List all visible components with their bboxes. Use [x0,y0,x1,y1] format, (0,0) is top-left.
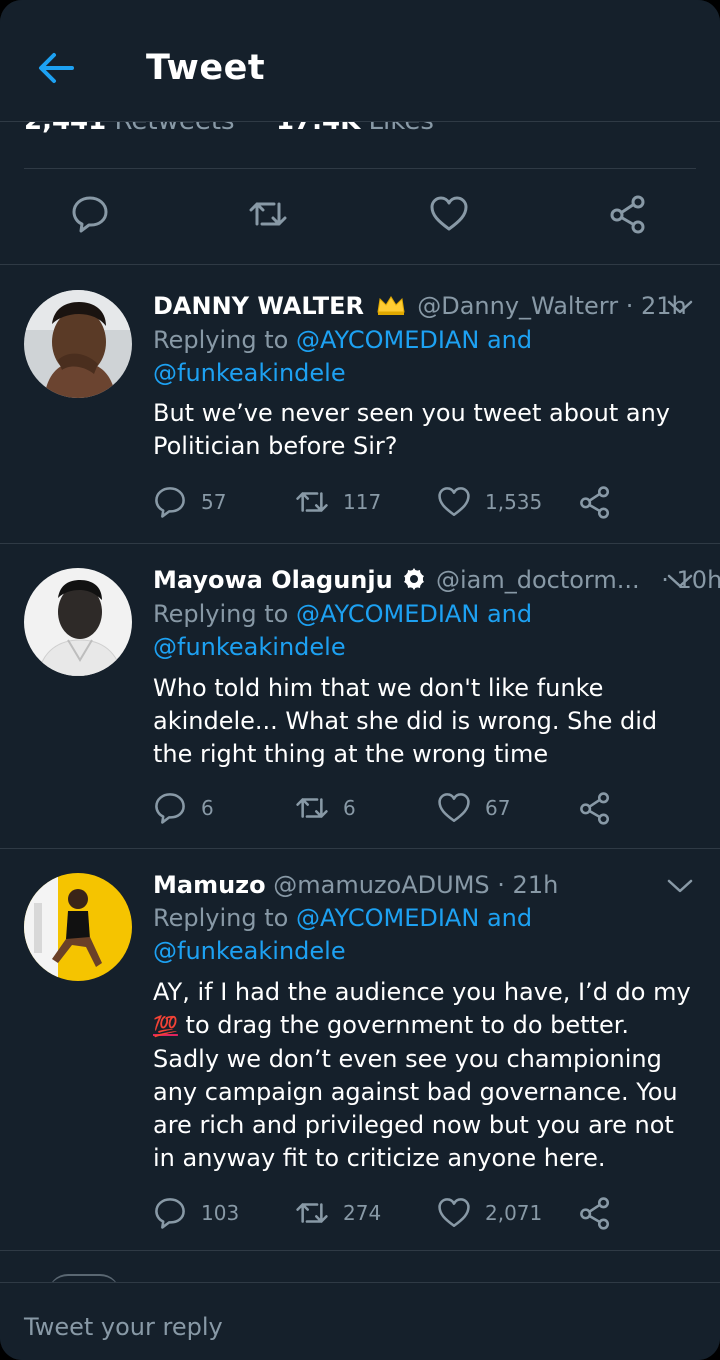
tweet-text-part: to drag the government to do better. Sad… [153,1011,678,1172]
avatar[interactable] [24,568,132,676]
chevron-down-icon[interactable] [666,298,694,316]
retweet-button[interactable]: 6 [295,790,356,826]
like-count: 1,535 [485,490,543,514]
mention-link[interactable]: @AYCOMEDIAN [296,326,479,354]
back-arrow-icon[interactable] [36,50,76,86]
reply-count: 57 [201,490,227,514]
tweet-text: AY, if I had the audience you have, I’d … [153,976,693,1175]
username[interactable]: @Danny_Walterr [417,292,618,320]
retweet-icon [296,492,328,512]
display-name[interactable]: Mamuzo [153,871,266,899]
mention-link[interactable]: @AYCOMEDIAN [296,600,479,628]
replying-to: Replying to @AYCOMEDIAN and @funkeakinde… [153,324,693,390]
tweet-text: But we’ve never seen you tweet about any… [153,399,670,460]
retweet-count: 117 [343,490,382,514]
reply-button[interactable]: 103 [153,1195,239,1231]
like-icon [438,793,470,823]
tweet-header: Mamuzo @mamuzoADUMS · 21h [153,871,558,899]
like-button[interactable]: 67 [437,790,510,826]
reply-icon [155,793,185,824]
timestamp: · 21h [497,871,559,899]
display-name[interactable]: DANNY WALTER [153,292,364,320]
page-title: Tweet [146,48,266,88]
hundred-points-emoji: 💯 [153,1014,178,1038]
tweet-header: DANNY WALTER @Danny_Walterr · 21h [153,292,687,320]
mention-link[interactable]: @funkeakindele [153,633,346,661]
share-button[interactable] [578,1195,612,1231]
main-tweet-actions [0,194,720,240]
replying-prefix: Replying to [153,600,289,628]
tweet-text-part: AY, if I had the audience you have, I’d … [153,978,691,1006]
share-icon [580,1197,610,1230]
tweet-actions: 6 6 67 [153,790,653,826]
display-name[interactable]: Mayowa Olagunju [153,566,393,594]
reply-icon [155,1198,185,1229]
chevron-down-icon[interactable] [666,877,694,895]
like-count: 2,071 [485,1201,543,1225]
share-button[interactable] [578,484,612,520]
replying-and[interactable]: and [487,904,532,932]
retweet-count: 274 [343,1201,382,1225]
reply-icon [155,487,185,518]
avatar[interactable] [24,873,132,981]
mention-link[interactable]: @AYCOMEDIAN [296,904,479,932]
chevron-down-icon[interactable] [666,572,694,590]
reply-tweet[interactable]: DANNY WALTER @Danny_Walterr · 21h Replyi… [0,265,720,544]
replying-and[interactable]: and [487,600,532,628]
retweet-count: 6 [343,796,356,820]
reply-count: 6 [201,796,214,820]
username[interactable]: @mamuzoADUMS [273,871,489,899]
retweet-button[interactable]: 274 [295,1195,381,1231]
username[interactable]: @iam_doctorm... [436,566,640,594]
like-count: 67 [485,796,511,820]
avatar[interactable] [24,290,132,398]
reply-count: 103 [201,1201,240,1225]
replying-prefix: Replying to [153,904,289,932]
top-bar: Tweet [0,0,720,122]
mention-link[interactable]: @funkeakindele [153,937,346,965]
tweet-text: Who told him that we don't like funke ak… [153,674,658,768]
replying-to: Replying to @AYCOMEDIAN and @funkeakinde… [153,902,693,968]
share-icon [580,486,610,519]
reply-button[interactable]: 57 [153,484,226,520]
share-icon[interactable] [608,194,648,234]
screen: Tweet 2,441 Retweets 17.4K Likes [0,0,720,1360]
tweet-header: Mayowa Olagunju @iam_doctorm... · 10h [153,566,720,594]
share-button[interactable] [578,790,612,826]
tweet-actions: 57 117 1,535 [153,484,653,520]
retweet-icon[interactable] [248,194,288,234]
reply-input[interactable]: Tweet your reply [24,1313,223,1341]
replying-to: Replying to @AYCOMEDIAN and @funkeakinde… [153,598,693,664]
retweet-icon [296,1203,328,1223]
like-icon [438,1198,470,1228]
like-button[interactable]: 1,535 [437,484,542,520]
like-icon [438,487,470,517]
verified-gear-icon [404,568,425,590]
reply-compose-bar[interactable]: Tweet your reply [0,1282,720,1360]
mention-link[interactable]: @funkeakindele [153,359,346,387]
retweet-icon [296,798,328,818]
replying-and[interactable]: and [487,326,532,354]
replying-prefix: Replying to [153,326,289,354]
share-icon [580,792,610,825]
retweet-button[interactable]: 117 [295,484,381,520]
like-icon[interactable] [429,194,469,234]
like-button[interactable]: 2,071 [437,1195,542,1231]
crown-icon [376,296,405,315]
divider [24,168,696,169]
reply-tweet[interactable]: Mayowa Olagunju @iam_doctorm... · 10h Re… [0,544,720,849]
reply-icon[interactable] [70,194,110,234]
reply-button[interactable]: 6 [153,790,214,826]
tweet-actions: 103 274 2,071 [153,1195,653,1231]
reply-tweet[interactable]: Mamuzo @mamuzoADUMS · 21h Replying to @A… [0,849,720,1251]
